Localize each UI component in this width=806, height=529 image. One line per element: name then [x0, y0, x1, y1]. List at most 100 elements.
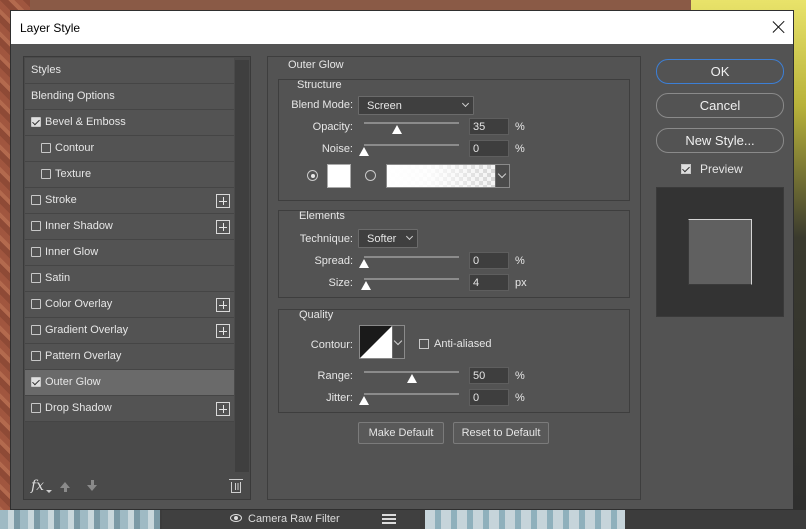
style-item[interactable]: Stroke — [25, 188, 234, 214]
noise-input[interactable]: 0 — [469, 140, 509, 157]
style-item[interactable]: Outer Glow — [25, 370, 234, 396]
size-slider-thumb[interactable] — [360, 281, 371, 290]
move-up-arrow-icon[interactable] — [60, 482, 70, 492]
styles-list-scrollbar[interactable] — [235, 60, 249, 472]
size-unit: px — [515, 277, 527, 289]
style-checkbox[interactable] — [31, 195, 41, 205]
style-item[interactable]: Styles — [25, 58, 234, 84]
reset-to-default-button[interactable]: Reset to Default — [453, 422, 549, 444]
style-item[interactable]: Inner Shadow — [25, 214, 234, 240]
opacity-input[interactable]: 35 — [469, 118, 509, 135]
style-item[interactable]: Bevel & Emboss — [25, 110, 234, 136]
style-item[interactable]: Gradient Overlay — [25, 318, 234, 344]
style-checkbox[interactable] — [31, 351, 41, 361]
new-style-button[interactable]: New Style... — [656, 128, 784, 153]
opacity-value: 35 — [473, 121, 486, 133]
style-item[interactable]: Satin — [25, 266, 234, 292]
range-value: 50 — [473, 370, 486, 382]
style-item-label: Contour — [55, 142, 95, 154]
spread-slider[interactable] — [359, 256, 459, 268]
style-item-label: Outer Glow — [45, 376, 101, 388]
close-icon[interactable] — [771, 19, 787, 35]
title-bar: Layer Style — [11, 11, 793, 44]
jitter-slider[interactable] — [359, 393, 459, 405]
contour-dropdown-chevron-icon[interactable] — [392, 326, 404, 358]
style-item[interactable]: Texture — [25, 162, 234, 188]
style-checkbox[interactable] — [41, 169, 51, 179]
style-item-label: Gradient Overlay — [45, 324, 129, 336]
style-item[interactable]: Blending Options — [25, 84, 234, 110]
style-item-label: Satin — [45, 272, 71, 284]
style-checkbox[interactable] — [31, 273, 41, 283]
size-input[interactable]: 4 — [469, 274, 509, 291]
add-instance-plus-icon[interactable] — [216, 298, 230, 312]
gradient-dropdown-chevron-icon[interactable] — [495, 165, 509, 187]
technique-value: Softer — [367, 233, 397, 245]
preview-checkbox[interactable] — [681, 164, 691, 174]
make-default-button[interactable]: Make Default — [358, 422, 444, 444]
add-instance-plus-icon[interactable] — [216, 324, 230, 338]
style-checkbox[interactable] — [31, 377, 41, 387]
style-item-label: Drop Shadow — [45, 402, 112, 414]
style-checkbox[interactable] — [31, 221, 41, 231]
contour-picker[interactable] — [359, 325, 405, 359]
layer-style-dialog: Layer Style Styles Blending Options Bevel … — [10, 10, 794, 510]
style-checkbox[interactable] — [31, 299, 41, 309]
styles-footer: fx — [24, 475, 250, 499]
add-instance-plus-icon[interactable] — [216, 194, 230, 208]
quality-group: Quality Contour: Anti-aliased Range: 50 … — [278, 309, 630, 413]
glow-gradient-picker[interactable] — [386, 164, 510, 188]
opacity-slider[interactable] — [364, 122, 459, 134]
styles-list: Styles Blending Options Bevel & Emboss Cont… — [25, 58, 234, 422]
style-item-label: Pattern Overlay — [45, 350, 122, 362]
style-item[interactable]: Drop Shadow — [25, 396, 234, 422]
camera-raw-filter-row[interactable]: Camera Raw Filter — [162, 510, 420, 529]
style-item[interactable]: Color Overlay — [25, 292, 234, 318]
noise-slider-thumb[interactable] — [359, 147, 369, 156]
layers-panel-strip: Camera Raw Filter — [0, 510, 806, 529]
style-item[interactable]: Contour — [25, 136, 234, 162]
jitter-slider-thumb[interactable] — [359, 396, 369, 405]
size-slider-track — [364, 278, 459, 280]
size-slider[interactable] — [360, 278, 459, 290]
spread-slider-thumb[interactable] — [359, 259, 369, 268]
gradient-radio[interactable] — [365, 170, 376, 181]
jitter-input[interactable]: 0 — [469, 389, 509, 406]
technique-select[interactable]: Softer — [358, 229, 418, 248]
preview-label: Preview — [700, 162, 743, 176]
dialog-title: Layer Style — [20, 21, 81, 35]
solid-color-radio[interactable] — [307, 170, 318, 181]
range-input[interactable]: 50 — [469, 367, 509, 384]
trash-icon[interactable] — [229, 479, 243, 493]
style-item-label: Bevel & Emboss — [45, 116, 126, 128]
anti-aliased-checkbox[interactable] — [419, 339, 429, 349]
ok-button[interactable]: OK — [656, 59, 784, 84]
noise-slider[interactable] — [359, 144, 459, 156]
add-effect-fx-icon[interactable]: fx — [31, 478, 44, 494]
chevron-down-icon — [405, 232, 414, 241]
structure-group: Structure Blend Mode: Screen Opacity: 35… — [278, 79, 630, 201]
spread-value: 0 — [473, 255, 480, 267]
spread-input[interactable]: 0 — [469, 252, 509, 269]
add-instance-plus-icon[interactable] — [216, 402, 230, 416]
style-checkbox[interactable] — [31, 403, 41, 413]
opacity-slider-thumb[interactable] — [392, 125, 403, 134]
range-slider[interactable] — [364, 371, 459, 383]
glow-color-swatch[interactable] — [327, 164, 351, 188]
style-item[interactable]: Inner Glow — [25, 240, 234, 266]
style-item-label: Inner Shadow — [45, 220, 113, 232]
style-checkbox[interactable] — [31, 117, 41, 127]
style-checkbox[interactable] — [31, 325, 41, 335]
add-instance-plus-icon[interactable] — [216, 220, 230, 234]
style-checkbox[interactable] — [31, 247, 41, 257]
spread-slider-track — [364, 256, 459, 258]
range-slider-thumb[interactable] — [406, 374, 417, 383]
style-item[interactable]: Pattern Overlay — [25, 344, 234, 370]
cancel-button[interactable]: Cancel — [656, 93, 784, 118]
style-checkbox[interactable] — [41, 143, 51, 153]
blend-mode-select[interactable]: Screen — [358, 96, 474, 115]
move-down-arrow-icon[interactable] — [87, 480, 97, 491]
visibility-eye-icon[interactable] — [230, 514, 242, 522]
filter-options-icon[interactable] — [382, 514, 396, 524]
fx-menu-caret-icon[interactable] — [46, 490, 52, 493]
